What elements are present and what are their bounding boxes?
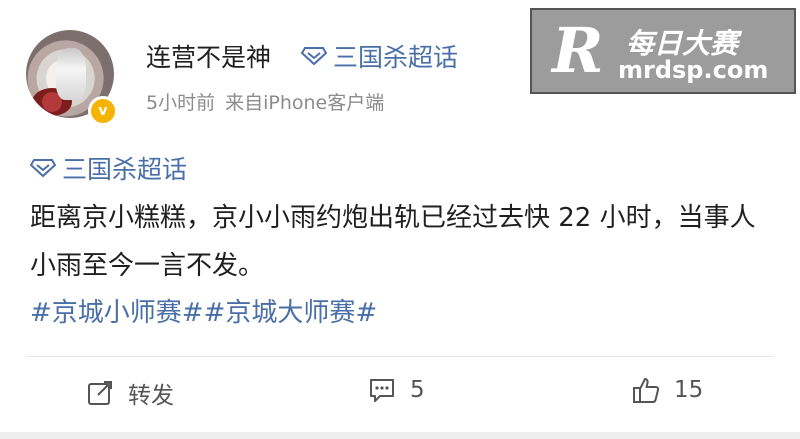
post-source: 来自iPhone客户端 — [225, 92, 385, 114]
like-button[interactable]: 15 — [632, 376, 703, 404]
comment-icon — [370, 379, 394, 402]
watermark-url: mrdsp.com — [618, 56, 769, 84]
post-time: 5小时前 — [146, 92, 216, 114]
repost-label: 转发 — [128, 383, 174, 409]
like-count: 15 — [674, 377, 704, 403]
divider — [26, 356, 774, 357]
bottom-strip — [0, 432, 800, 439]
diamond-icon — [301, 47, 327, 66]
comment-button[interactable]: 5 — [368, 376, 425, 404]
watermark: R 每日大赛 mrdsp.com — [530, 8, 796, 94]
avatar-figure — [56, 48, 86, 100]
repost-icon — [88, 381, 112, 405]
watermark-logo: R — [552, 14, 604, 87]
repost-button[interactable]: 转发 — [86, 376, 174, 410]
topic-tag-label: 三国杀超话 — [333, 43, 459, 72]
comment-count: 5 — [410, 377, 425, 403]
body-topic-link[interactable]: 三国杀超话 — [30, 150, 187, 186]
post-text: 距离京小糕糕，京小小雨约炮出轨已经过去快 22 小时，当事人小雨至今一言不发。 — [30, 203, 756, 281]
diamond-icon — [30, 159, 56, 178]
thumbs-up-icon — [633, 378, 660, 403]
body-topic-label: 三国杀超话 — [62, 155, 188, 184]
hashtags-link[interactable]: #京城小师赛##京城大师赛# — [30, 292, 377, 329]
verified-badge-icon: v — [88, 96, 118, 126]
action-bar: 转发 5 15 — [0, 368, 800, 420]
topic-tag-link[interactable]: 三国杀超话 — [301, 38, 458, 74]
username[interactable]: 连营不是神 — [146, 38, 271, 74]
post-meta: 5小时前 来自iPhone客户端 — [146, 88, 384, 115]
